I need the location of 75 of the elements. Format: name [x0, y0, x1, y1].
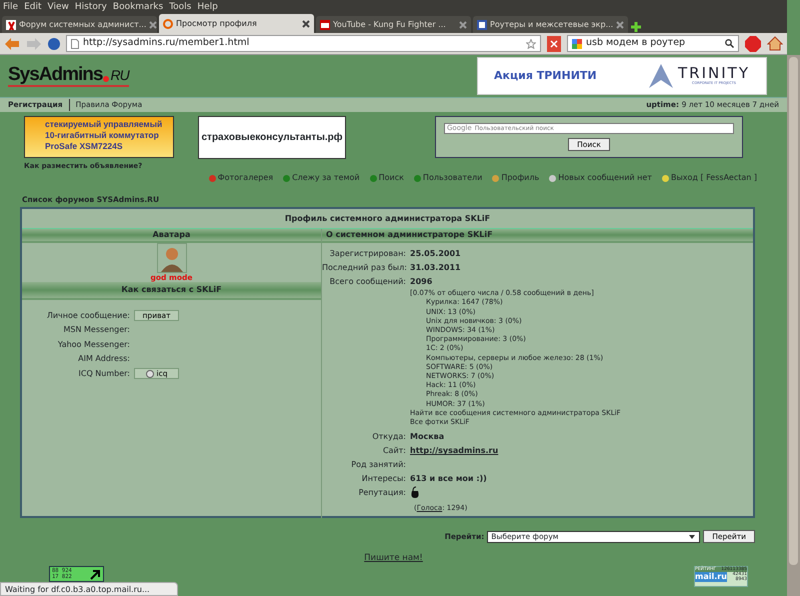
field-value: 2096 [410, 276, 432, 288]
triangle-logo-icon [648, 63, 674, 89]
kettle-icon [410, 486, 420, 498]
menu-item[interactable]: Tools [166, 0, 194, 14]
close-icon[interactable] [616, 20, 624, 28]
field-label: Откуда: [372, 432, 406, 442]
field-label: Репутация: [358, 488, 406, 498]
field-label: Всего сообщений: [330, 277, 406, 286]
field-label: Род занятий: [351, 460, 406, 470]
field-value: 25.05.2001 [410, 248, 461, 260]
browser-tab[interactable]: Просмотр профиля [159, 14, 314, 33]
nav-link[interactable]: Слежу за темой [292, 172, 360, 184]
nav-link[interactable]: Фотогалерея [218, 172, 274, 184]
nav-link[interactable]: Выход [ FessAectan ] [670, 172, 757, 184]
field-label: Yahoo Messenger: [58, 340, 130, 349]
brand-name: TRINITY [678, 66, 750, 81]
favicon-icon [163, 18, 173, 28]
field-label: Интересы: [362, 474, 406, 484]
field-label: Последний раз был: [322, 263, 407, 272]
google-icon [572, 38, 582, 48]
star-icon[interactable] [526, 38, 536, 48]
menu-item[interactable]: Edit [21, 0, 44, 14]
field-label: Личное сообщение: [46, 310, 130, 320]
home-icon[interactable] [767, 36, 783, 51]
back-icon[interactable] [4, 36, 20, 50]
page-icon [71, 38, 79, 48]
search-icon [725, 39, 734, 48]
field-value: Москва [410, 431, 444, 444]
stop-icon[interactable] [547, 36, 561, 52]
nav-link[interactable]: Пользователи [422, 172, 482, 184]
field-label: Зарегистрирован: [330, 249, 406, 258]
search-field[interactable]: usb модем в роутер [567, 35, 739, 52]
nav-link[interactable]: Поиск [378, 172, 404, 184]
field-value: 613 и все мои :)) [410, 473, 487, 486]
scrollbar[interactable] [787, 55, 800, 596]
status-bar: Waiting for df.c0.b3.a0.top.mail.ru... [0, 582, 178, 596]
menu-item[interactable]: View [44, 0, 72, 14]
close-icon[interactable] [149, 20, 157, 28]
avatar-icon [156, 243, 186, 274]
arrow-icon [90, 570, 100, 580]
menu-item[interactable]: History [72, 0, 110, 14]
close-icon[interactable] [302, 20, 310, 28]
browser-tab[interactable]: Роутеры и межсетевые экр... [473, 16, 628, 33]
section-header: Как связаться с SKLiF [22, 282, 321, 300]
address-bar[interactable]: http://sysadmins.ru/member1.html [66, 35, 541, 52]
favicon-icon [477, 20, 487, 30]
table-title: Профиль системного администратора SKLiF [284, 212, 490, 225]
s-icon[interactable] [48, 38, 60, 50]
column-header: Аватара [22, 229, 322, 244]
field-label: Сайт: [382, 446, 406, 456]
site-link[interactable]: http://sysadmins.ru [410, 444, 498, 458]
nav-link[interactable]: Профиль [501, 172, 540, 184]
contact-link[interactable]: Пишите нам! [364, 553, 423, 564]
new-tab-icon[interactable] [630, 21, 642, 33]
site-ad[interactable]: страховыеконсультанты.рф [198, 116, 346, 159]
field-label: MSN Messenger: [63, 325, 130, 334]
logo: SysAdmins RU [8, 65, 129, 87]
dropdown-icon [688, 532, 696, 541]
menu-item[interactable]: Help [194, 0, 221, 14]
scrollbar-thumb[interactable] [789, 57, 798, 565]
menu-item[interactable]: Bookmarks [110, 0, 166, 14]
menu-item[interactable]: File [0, 0, 22, 14]
nav-link[interactable]: Новых сообщений нет [558, 172, 652, 184]
column-header: О системном администраторе SKLiF [322, 229, 753, 244]
flower-icon [146, 370, 154, 378]
field-value: 31.03.2011 [410, 262, 461, 274]
browser-tab[interactable]: Форум системных админист... [2, 16, 157, 33]
favicon-icon [320, 20, 330, 30]
switch-ad[interactable]: стекируемый управляемый 10-гигабитный коммутатор ProSafe XSM7224S [24, 116, 174, 158]
adblock-icon[interactable] [745, 36, 761, 52]
browser-tab[interactable]: YouTube - Kung Fu Fighter ... [316, 16, 471, 33]
field-label: AIM Address: [78, 354, 130, 364]
favicon-icon [6, 20, 16, 30]
field-label: ICQ Number: [78, 368, 130, 378]
close-icon[interactable] [459, 20, 467, 28]
